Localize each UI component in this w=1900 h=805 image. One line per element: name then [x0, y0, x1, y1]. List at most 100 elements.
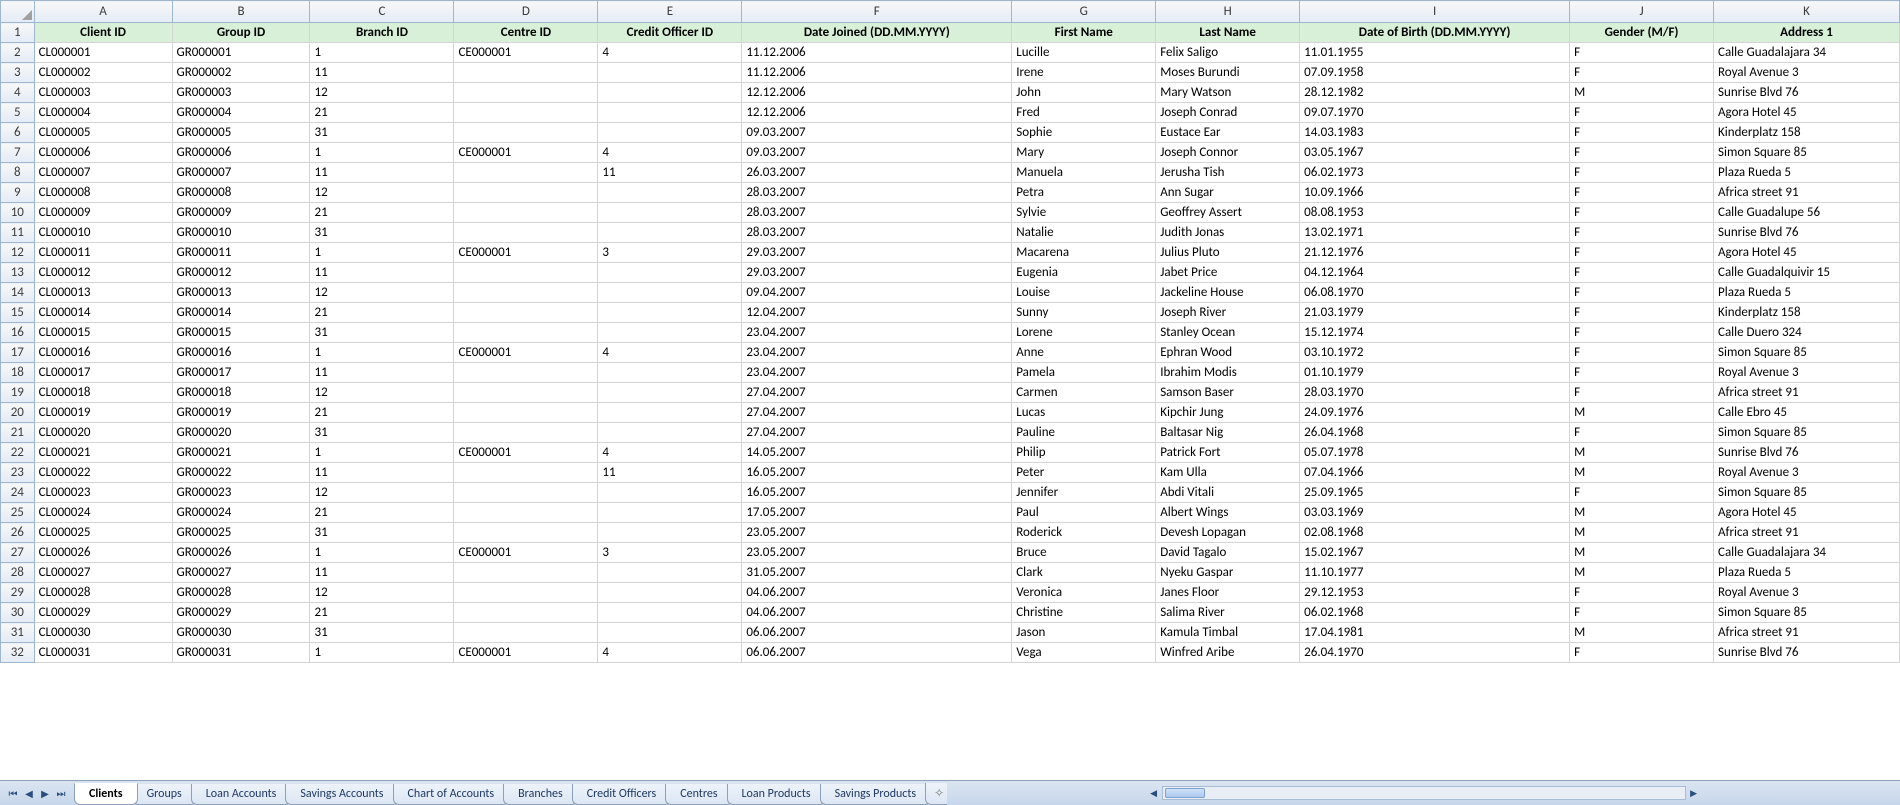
- cell[interactable]: Albert Wings: [1156, 503, 1300, 523]
- cell[interactable]: 12.12.2006: [742, 103, 1012, 123]
- cell[interactable]: F: [1570, 483, 1714, 503]
- cell[interactable]: 09.03.2007: [742, 123, 1012, 143]
- row-number[interactable]: 4: [1, 83, 35, 103]
- cell[interactable]: F: [1570, 423, 1714, 443]
- row-number[interactable]: 12: [1, 243, 35, 263]
- row-number[interactable]: 30: [1, 603, 35, 623]
- cell[interactable]: Ibrahim Modis: [1156, 363, 1300, 383]
- new-sheet-tab[interactable]: ✧: [925, 783, 947, 805]
- cell[interactable]: 31: [310, 423, 454, 443]
- row-number[interactable]: 1: [1, 23, 35, 43]
- sheet-nav-prev-icon[interactable]: ◀: [22, 786, 36, 800]
- row-number[interactable]: 23: [1, 463, 35, 483]
- cell[interactable]: Jason: [1012, 623, 1156, 643]
- column-header-H[interactable]: H: [1156, 1, 1300, 23]
- cell[interactable]: Simon Square 85: [1714, 483, 1900, 503]
- cell[interactable]: [454, 303, 598, 323]
- cell[interactable]: 11.01.1955: [1300, 43, 1570, 63]
- cell[interactable]: CL000005: [34, 123, 172, 143]
- cell[interactable]: Christine: [1012, 603, 1156, 623]
- cell[interactable]: Vega: [1012, 643, 1156, 663]
- cell[interactable]: 13.02.1971: [1300, 223, 1570, 243]
- cell[interactable]: Patrick Fort: [1156, 443, 1300, 463]
- cell[interactable]: M: [1570, 623, 1714, 643]
- cell[interactable]: 06.02.1968: [1300, 603, 1570, 623]
- column-header-K[interactable]: K: [1714, 1, 1900, 23]
- cell[interactable]: 3: [598, 543, 742, 563]
- cell[interactable]: [454, 203, 598, 223]
- cell[interactable]: 21: [310, 403, 454, 423]
- row-number[interactable]: 31: [1, 623, 35, 643]
- cell[interactable]: GR000028: [172, 583, 310, 603]
- cell[interactable]: GR000003: [172, 83, 310, 103]
- row-number[interactable]: 2: [1, 43, 35, 63]
- scroll-left-icon[interactable]: ◀: [1147, 787, 1161, 799]
- cell[interactable]: F: [1570, 243, 1714, 263]
- cell[interactable]: M: [1570, 503, 1714, 523]
- cell[interactable]: Winfred Aribe: [1156, 643, 1300, 663]
- cell[interactable]: 4: [598, 43, 742, 63]
- cell[interactable]: Calle Guadalajara 34: [1714, 543, 1900, 563]
- cell[interactable]: [598, 523, 742, 543]
- header-cell-A[interactable]: Client ID: [34, 23, 172, 43]
- cell[interactable]: Lucille: [1012, 43, 1156, 63]
- cell[interactable]: [598, 563, 742, 583]
- cell[interactable]: Mary Watson: [1156, 83, 1300, 103]
- cell[interactable]: Bruce: [1012, 543, 1156, 563]
- cell[interactable]: Africa street 91: [1714, 183, 1900, 203]
- cell[interactable]: 15.12.1974: [1300, 323, 1570, 343]
- column-header-C[interactable]: C: [310, 1, 454, 23]
- cell[interactable]: [454, 583, 598, 603]
- cell[interactable]: 11: [310, 463, 454, 483]
- cell[interactable]: 11.12.2006: [742, 63, 1012, 83]
- cell[interactable]: Mary: [1012, 143, 1156, 163]
- cell[interactable]: 06.08.1970: [1300, 283, 1570, 303]
- cell[interactable]: 4: [598, 443, 742, 463]
- cell[interactable]: 03.10.1972: [1300, 343, 1570, 363]
- cell[interactable]: CL000016: [34, 343, 172, 363]
- cell[interactable]: GR000006: [172, 143, 310, 163]
- cell[interactable]: [598, 263, 742, 283]
- cell[interactable]: [454, 263, 598, 283]
- cell[interactable]: Joseph Connor: [1156, 143, 1300, 163]
- cell[interactable]: Fred: [1012, 103, 1156, 123]
- cell[interactable]: CL000030: [34, 623, 172, 643]
- cell[interactable]: 07.04.1966: [1300, 463, 1570, 483]
- cell[interactable]: 26.04.1968: [1300, 423, 1570, 443]
- cell[interactable]: CL000015: [34, 323, 172, 343]
- cell[interactable]: Calle Ebro 45: [1714, 403, 1900, 423]
- cell[interactable]: Salima River: [1156, 603, 1300, 623]
- cell[interactable]: [598, 123, 742, 143]
- cell[interactable]: CL000006: [34, 143, 172, 163]
- cell[interactable]: F: [1570, 583, 1714, 603]
- sheet-nav-next-icon[interactable]: ▶: [38, 786, 52, 800]
- cell[interactable]: 17.05.2007: [742, 503, 1012, 523]
- cell[interactable]: 1: [310, 343, 454, 363]
- cell[interactable]: 06.06.2007: [742, 623, 1012, 643]
- cell[interactable]: 02.08.1968: [1300, 523, 1570, 543]
- cell[interactable]: 1: [310, 543, 454, 563]
- cell[interactable]: CE000001: [454, 443, 598, 463]
- cell[interactable]: CL000001: [34, 43, 172, 63]
- sheet-tab-groups[interactable]: Groups: [132, 784, 197, 805]
- cell[interactable]: 21: [310, 603, 454, 623]
- column-header-J[interactable]: J: [1570, 1, 1714, 23]
- cell[interactable]: CL000014: [34, 303, 172, 323]
- header-cell-H[interactable]: Last Name: [1156, 23, 1300, 43]
- header-cell-D[interactable]: Centre ID: [454, 23, 598, 43]
- sheet-tab-loan-accounts[interactable]: Loan Accounts: [191, 784, 292, 805]
- cell[interactable]: Sophie: [1012, 123, 1156, 143]
- sheet-tab-clients[interactable]: Clients: [74, 783, 138, 805]
- cell[interactable]: Calle Guadalupe 56: [1714, 203, 1900, 223]
- cell[interactable]: 31: [310, 223, 454, 243]
- cell[interactable]: 14.03.1983: [1300, 123, 1570, 143]
- cell[interactable]: CL000022: [34, 463, 172, 483]
- cell[interactable]: Simon Square 85: [1714, 343, 1900, 363]
- cell[interactable]: Geoffrey Assert: [1156, 203, 1300, 223]
- cell[interactable]: GR000007: [172, 163, 310, 183]
- cell[interactable]: 31: [310, 623, 454, 643]
- cell[interactable]: CL000011: [34, 243, 172, 263]
- row-number[interactable]: 3: [1, 63, 35, 83]
- cell[interactable]: 21: [310, 303, 454, 323]
- cell[interactable]: 31: [310, 123, 454, 143]
